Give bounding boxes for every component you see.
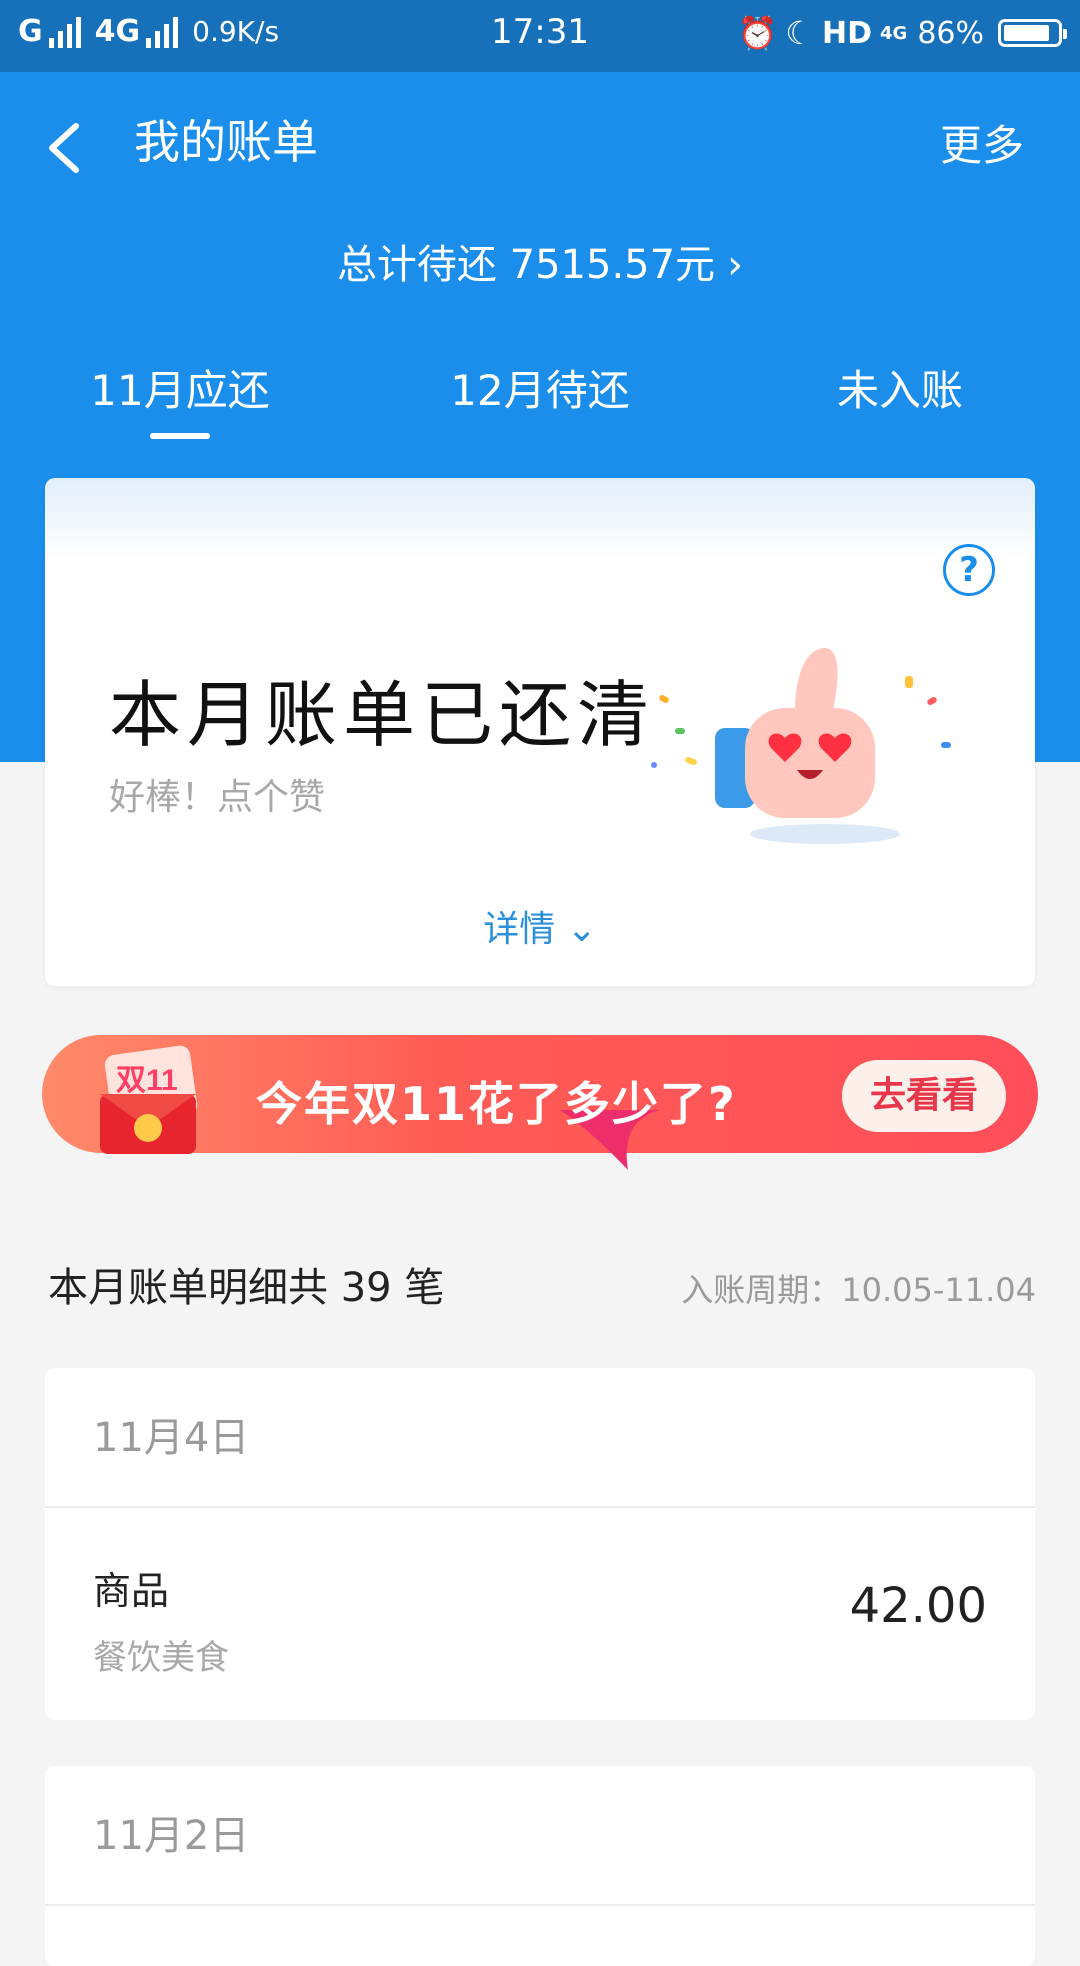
tab-november-due[interactable]: 11月应还 [0,357,360,447]
bill-item-amount: 42.00 [849,1578,987,1634]
billing-period: 入账周期：10.05-11.04 [681,1271,1036,1309]
battery-text: 86% [917,15,984,51]
bill-group: 11月2日 [45,1766,1035,1966]
bill-group-date: 11月2日 [45,1766,1035,1906]
hd-label: HD [821,15,872,51]
bill-group: 11月4日 商品 餐饮美食 42.00 [45,1368,1035,1720]
bill-group-date: 11月4日 [45,1368,1035,1508]
chevron-right-icon: › [727,242,744,288]
help-icon[interactable]: ? [943,544,995,596]
cleared-subtitle: 好棒！点个赞 [109,777,326,818]
view-button[interactable]: 去看看 [842,1060,1006,1132]
back-button[interactable] [40,112,100,182]
page-title: 我的账单 [134,115,318,169]
battery-icon [998,19,1067,47]
alarm-icon: ⏰ [737,14,778,52]
detail-toggle[interactable]: 详情 ⌄ [45,900,1035,952]
battery-fill [1004,25,1049,41]
bill-count-summary: 本月账单明细共 39 笔 [48,1265,445,1311]
bill-status-card: ? 本月账单已还清 好棒！点个赞 详情 ⌄ [45,478,1035,986]
banner-text: 今年双11花了多少了? [256,1077,737,1131]
total-due-text: 总计待还 7515.57元 [336,242,716,288]
status-bar: G 4G 0.9K/s 17:31 ⏰ ☾ HD 4G 86% [0,0,1080,72]
bill-item[interactable]: 商品 餐饮美食 42.00 [45,1508,1035,1708]
back-arrow-icon [49,123,79,173]
red-envelope-icon: 双11 [100,1045,198,1154]
more-button[interactable]: 更多 [940,112,1024,173]
bill-item-category: 餐饮美食 [93,1638,229,1678]
network2-label: 4G [880,22,908,44]
total-due[interactable]: 总计待还 7515.57元 › [0,232,1080,290]
status-right: ⏰ ☾ HD 4G 86% [737,14,1067,52]
bill-item-name: 商品 [93,1569,170,1613]
cleared-title: 本月账单已还清 [109,673,656,757]
tab-unposted[interactable]: 未入账 [720,357,1080,447]
moon-icon: ☾ [785,14,814,52]
tab-bar: 11月应还 12月待还 未入账 [0,357,1080,447]
tab-december-pending[interactable]: 12月待还 [360,357,720,447]
thumbs-up-icon [651,648,951,844]
banner-icon-label: 双11 [116,1064,178,1097]
